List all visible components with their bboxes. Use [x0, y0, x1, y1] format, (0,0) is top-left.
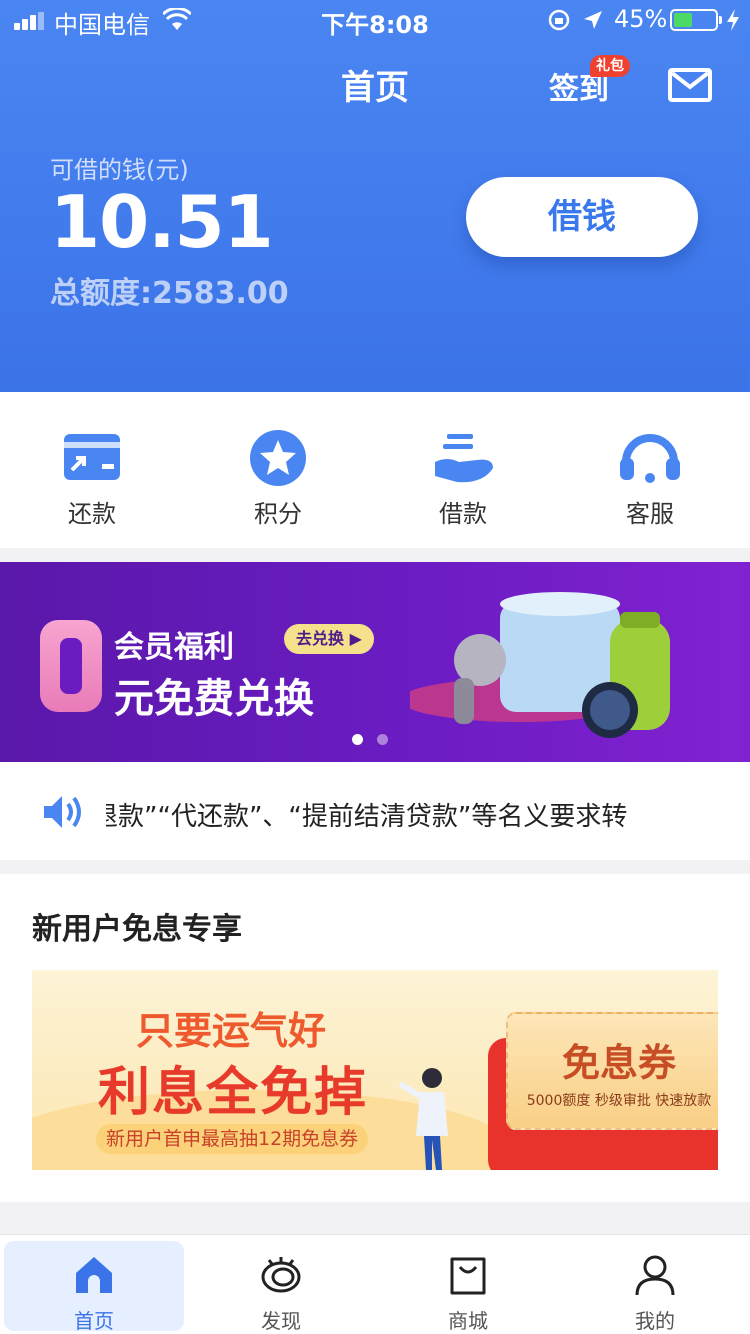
- tab-label: 我的: [635, 1309, 675, 1333]
- promo-banner[interactable]: 会员福利 去兑换 ▶ 元免费兑换: [0, 562, 750, 762]
- bottom-tab-bar: 首页 发现 商城 我的: [0, 1234, 750, 1334]
- quick-action-points[interactable]: 积分: [203, 392, 353, 548]
- quick-action-label: 还款: [68, 500, 116, 528]
- quick-action-borrow[interactable]: 借款: [388, 392, 538, 548]
- user-icon: [635, 1255, 675, 1296]
- mail-icon[interactable]: [668, 68, 712, 102]
- notice-bar[interactable]: 退款”“代还款”、“提前结清贷款”等名义要求转: [0, 762, 750, 860]
- banner-zero-graphic: [40, 620, 102, 712]
- quick-action-label: 客服: [626, 500, 674, 528]
- total-limit: 总额度:2583.00: [50, 276, 289, 311]
- interest-free-card[interactable]: 只要运气好 利息全免掉 新用户首申最高抽12期免息券 免息券 5000额度 秒级…: [32, 970, 718, 1170]
- banner-products-image: [410, 592, 670, 738]
- charging-bolt-icon: [727, 9, 739, 31]
- tab-discover[interactable]: 发现: [191, 1241, 371, 1333]
- card-offer-pill: 新用户首申最高抽12期免息券: [96, 1124, 369, 1154]
- tab-home[interactable]: 首页: [4, 1241, 184, 1333]
- card-slogan: 只要运气好: [136, 1009, 327, 1053]
- status-bar: 中国电信 下午8:08 45%: [0, 0, 750, 40]
- rotation-lock-icon: [548, 9, 570, 31]
- borrow-button[interactable]: 借钱: [466, 177, 698, 257]
- pagination-dot[interactable]: [352, 734, 363, 745]
- page-title: 首页: [341, 68, 409, 108]
- banner-subheadline: 元免费兑换: [114, 676, 314, 722]
- card-headline: 利息全免掉: [98, 1063, 369, 1123]
- location-icon: [584, 11, 602, 29]
- tab-label: 首页: [74, 1309, 114, 1333]
- hand-coins-icon: [435, 434, 493, 483]
- coupon-ticket: 免息券 5000额度 秒级审批 快速放款: [506, 1012, 718, 1130]
- banner-headline: 会员福利: [114, 630, 234, 665]
- available-amount: 10.51: [50, 180, 274, 264]
- header-hero: 中国电信 下午8:08 45% 首页 签到 礼包 可借的钱(元) 10.51 总…: [0, 0, 750, 392]
- section-title: 新用户免息专享: [32, 912, 242, 947]
- notice-text: 退款”“代还款”、“提前结清贷款”等名义要求转: [106, 796, 664, 830]
- card-repay-icon: [64, 434, 120, 480]
- pagination-dot[interactable]: [377, 734, 388, 745]
- quick-actions: 还款 积分 借款 客服: [0, 392, 750, 548]
- banner-pagination: [352, 730, 402, 749]
- quick-action-label: 积分: [254, 500, 302, 528]
- speaker-icon: [44, 796, 81, 828]
- tab-label: 发现: [261, 1309, 301, 1333]
- shopping-bag-icon: [450, 1257, 486, 1295]
- quick-action-repay[interactable]: 还款: [17, 392, 167, 548]
- coupon-title: 免息券: [561, 1041, 676, 1085]
- home-icon: [76, 1257, 112, 1293]
- battery-icon: [670, 9, 722, 31]
- quick-action-label: 借款: [439, 500, 487, 528]
- star-points-icon: [250, 430, 306, 486]
- banner-redeem-tag[interactable]: 去兑换 ▶: [284, 624, 374, 654]
- new-user-section: 新用户免息专享 只要运气好 利息全免掉 新用户首申最高抽12期免息券 免息券 5…: [0, 874, 750, 1202]
- tab-label: 商城: [448, 1309, 488, 1333]
- notice-marquee: 退款”“代还款”、“提前结清贷款”等名义要求转: [106, 802, 628, 830]
- coupon-subtitle: 5000额度 秒级审批 快速放款: [526, 1093, 712, 1109]
- person-illustration: [398, 1068, 448, 1170]
- battery-percent: 45%: [614, 5, 668, 33]
- tab-mine[interactable]: 我的: [565, 1241, 745, 1333]
- gift-badge: 礼包: [590, 55, 630, 77]
- quick-action-service[interactable]: 客服: [575, 392, 725, 548]
- eye-icon: [261, 1257, 301, 1293]
- tab-mall[interactable]: 商城: [378, 1241, 558, 1333]
- headset-icon: [620, 434, 680, 483]
